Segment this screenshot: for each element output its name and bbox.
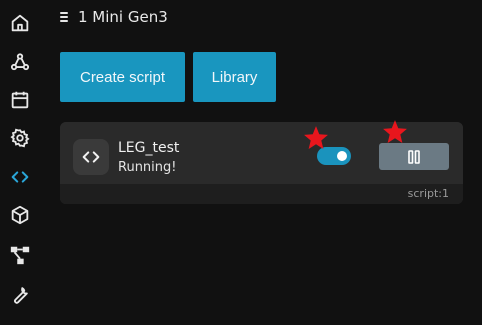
sidebar-item-flows[interactable]	[8, 243, 32, 267]
sidebar-item-webhooks[interactable]	[8, 50, 32, 74]
sidebar	[0, 0, 40, 325]
annotation-star-marker	[304, 126, 328, 149]
create-script-button[interactable]: Create script	[60, 52, 185, 102]
codesandbox-icon	[11, 205, 29, 225]
menu-icon[interactable]	[60, 12, 70, 22]
flow-icon	[10, 246, 30, 265]
sidebar-item-settings[interactable]	[8, 126, 32, 150]
pause-button[interactable]	[379, 143, 449, 170]
script-name: LEG_test	[118, 140, 180, 156]
sidebar-item-scripts[interactable]	[8, 165, 32, 189]
code-icon	[11, 171, 29, 183]
script-tag: script:1	[407, 187, 449, 200]
app-root: 1 Mini Gen3 Create script Library LEG_te…	[0, 0, 482, 325]
wrench-icon	[14, 287, 28, 304]
sidebar-item-home[interactable]	[8, 11, 32, 35]
script-card-footer: script:1	[60, 184, 463, 204]
page-header: 1 Mini Gen3	[60, 6, 168, 28]
calendar-icon	[11, 91, 29, 109]
home-icon	[11, 14, 29, 32]
webhook-icon	[10, 53, 30, 71]
code-icon	[82, 151, 100, 163]
sidebar-item-components[interactable]	[8, 203, 32, 227]
annotation-star-marker	[383, 120, 407, 143]
sidebar-item-schedule[interactable]	[8, 88, 32, 112]
gear-icon	[10, 128, 30, 148]
sidebar-item-tools[interactable]	[8, 283, 32, 307]
script-avatar	[73, 139, 109, 175]
toggle-knob	[337, 151, 347, 161]
script-status: Running!	[118, 160, 177, 175]
library-button[interactable]: Library	[193, 52, 276, 102]
pause-icon	[408, 149, 420, 164]
page-title: 1 Mini Gen3	[78, 8, 168, 26]
